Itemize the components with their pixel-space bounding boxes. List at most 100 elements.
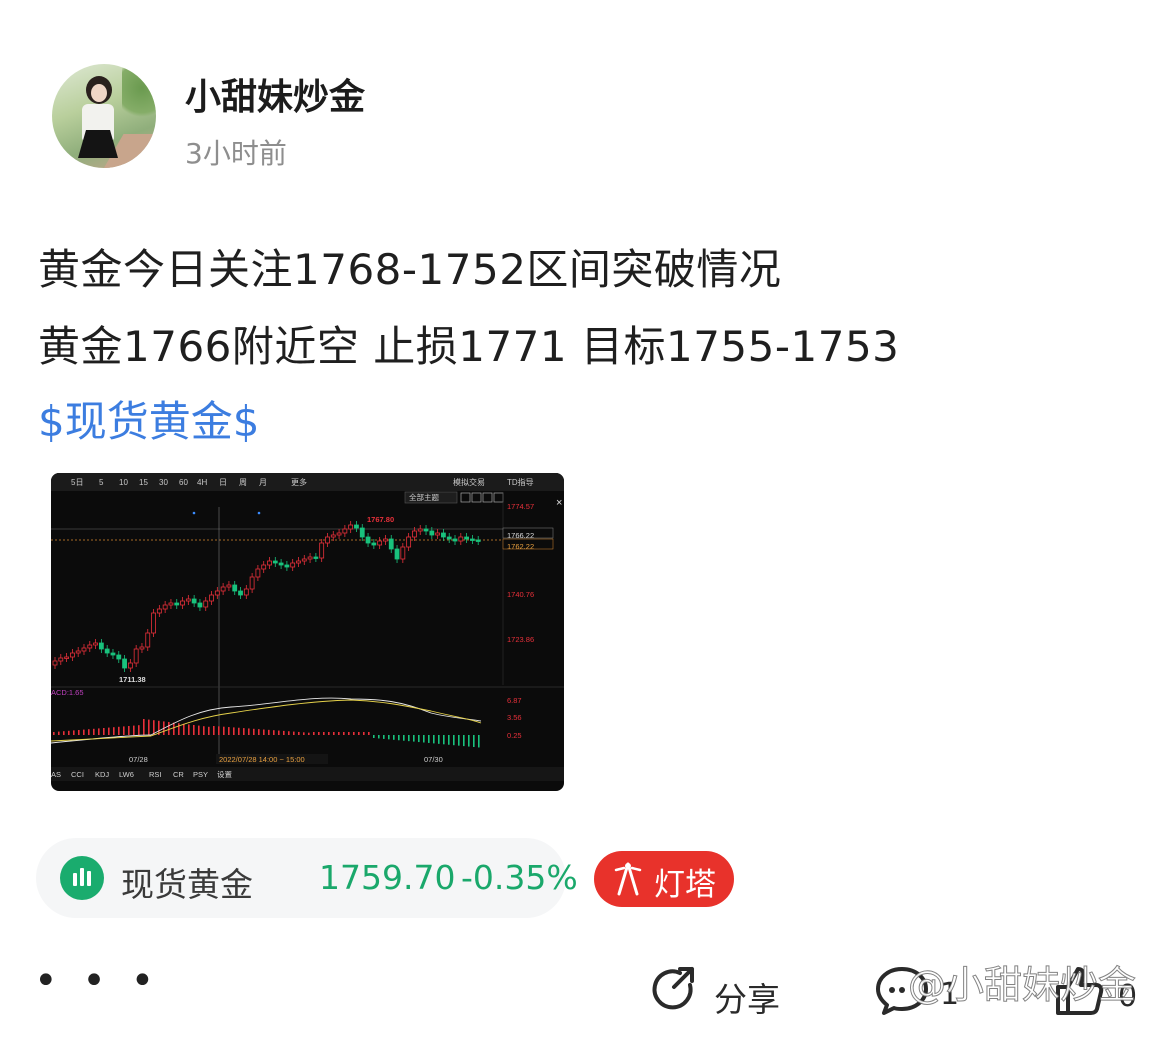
author-name[interactable]: 小甜妹炒金 [185, 68, 365, 120]
candle-body [220, 586, 226, 592]
macd-bar [168, 722, 170, 735]
theme-button: 全部主题 [409, 492, 439, 502]
more-options-button[interactable]: • • • [34, 958, 160, 1004]
candle-body [441, 532, 446, 538]
candle-body [365, 536, 371, 544]
macd-bar [413, 735, 415, 742]
candle-body [394, 548, 400, 560]
macd-bar [383, 735, 385, 739]
macd-bar [148, 719, 150, 735]
candle-body [278, 562, 284, 566]
low-label: 1711.38 [119, 675, 146, 684]
candle-body [185, 598, 191, 602]
candle-body [446, 536, 452, 540]
candle-body [377, 540, 383, 546]
candle-body [313, 556, 319, 559]
candle-body [359, 527, 365, 538]
macd-bar [253, 728, 255, 735]
candle-body [452, 538, 458, 542]
macd-bar [143, 719, 145, 735]
author-avatar[interactable] [52, 64, 156, 168]
candle-body [290, 562, 296, 568]
macd-bar [418, 735, 420, 743]
tool-square-icon [471, 492, 482, 503]
candle-body [180, 600, 185, 606]
candle-body [98, 642, 104, 650]
macd-bar [268, 729, 270, 735]
candle-body [64, 656, 69, 659]
macd-bar [123, 726, 125, 735]
macd-bar [68, 730, 70, 735]
dengta-label: 灯塔 [654, 867, 716, 903]
macd-bar [228, 727, 230, 735]
quote-change: -0.35% [461, 858, 578, 897]
macd-axis-label: 3.56 [507, 713, 522, 722]
macd-bar [118, 726, 120, 735]
toolbar-item: 10 [119, 478, 128, 487]
macd-bar [293, 731, 295, 735]
candle-body [104, 648, 110, 654]
macd-bar [378, 735, 380, 739]
candlestick-series [52, 521, 481, 672]
macd-bar [273, 730, 275, 735]
macd-bar [213, 726, 215, 735]
macd-line-dea [51, 699, 482, 742]
macd-bar [173, 722, 175, 735]
macd-bar [473, 735, 475, 747]
toolbar-item: 月 [259, 478, 267, 487]
toolbar-item: 模拟交易 [453, 477, 485, 487]
macd-bar [83, 729, 85, 735]
post-time: 3小时前 [185, 137, 287, 170]
stock-tag-link[interactable]: $现货黄金$ [38, 388, 259, 449]
macd-bar [203, 726, 205, 735]
macd-bar [208, 726, 210, 735]
candle-body [255, 568, 261, 578]
dengta-button[interactable]: 灯塔 [594, 851, 734, 907]
macd-bar [53, 732, 55, 735]
candle-body [127, 662, 133, 669]
candle-body [475, 539, 481, 542]
candle-body [75, 650, 81, 654]
quote-price: 1759.70 [319, 858, 456, 897]
candle-body [116, 654, 122, 660]
share-label: 分享 [714, 980, 780, 1019]
chart-screenshot[interactable]: 5日 5 10 15 30 60 4H 日 周 月 更多 模拟交易 TD指导 全部主题 × 1774.5… [51, 473, 564, 791]
macd-bar [313, 732, 315, 735]
candle-body [342, 528, 348, 534]
macd-bar [198, 725, 200, 735]
macd-bar [218, 726, 220, 735]
macd-bar [128, 726, 130, 735]
macd-bar [283, 730, 285, 735]
quote-card[interactable]: 现货黄金 1759.70 -0.35% [36, 838, 578, 918]
macd-bar [78, 730, 80, 735]
candle-body [151, 612, 156, 634]
price-axis-label: 1774.57 [507, 502, 534, 511]
macd-bar [93, 728, 95, 735]
macd-bar [278, 730, 280, 735]
macd-bar [288, 731, 290, 735]
candle-body [243, 588, 249, 596]
candle-body [296, 560, 301, 564]
toolbar-item: 4H [197, 478, 207, 487]
candle-body [336, 532, 342, 536]
macd-bar [113, 727, 115, 735]
macd-bar [73, 730, 75, 735]
macd-bar [98, 728, 100, 735]
candle-body [197, 602, 203, 608]
macd-axis-label: 6.87 [507, 696, 522, 705]
candle-body [209, 594, 214, 602]
candle-body [423, 528, 429, 532]
macd-label: ACD:1.65 [51, 688, 84, 697]
candle-body [214, 590, 220, 596]
candle-body [400, 546, 406, 560]
candle-body [284, 564, 290, 568]
indicator-tab: CR [173, 770, 184, 779]
macd-bar [343, 732, 345, 735]
macd-bar [458, 735, 460, 746]
crosshair-time: 2022/07/28 14:00 ~ 15:00 [219, 755, 305, 764]
candle-body [156, 608, 162, 614]
macd-bar [263, 729, 265, 735]
candle-body [325, 536, 330, 544]
macd-bar [433, 735, 435, 744]
macd-line-dif [51, 697, 482, 744]
